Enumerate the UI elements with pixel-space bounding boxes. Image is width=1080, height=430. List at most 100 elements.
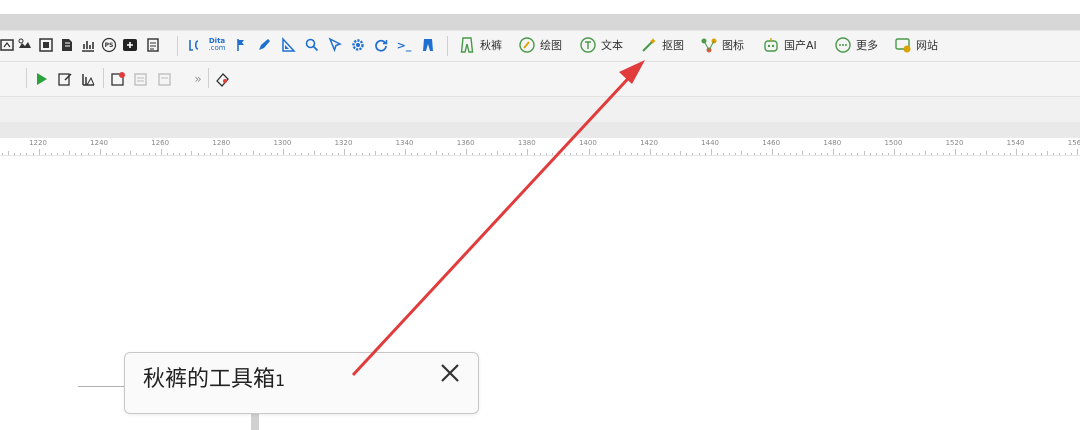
- ruler-tick: [405, 149, 407, 155]
- toolbox-popup[interactable]: 秋裤的工具箱1: [124, 352, 479, 414]
- diagram-icon[interactable]: [0, 37, 16, 53]
- pointer-icon[interactable]: [327, 37, 343, 53]
- ruler-tick: [209, 153, 211, 155]
- toolbar2-separator-3: [208, 68, 209, 88]
- plugin-button-draw[interactable]: 绘图: [518, 34, 562, 56]
- ruler-tick: [814, 153, 816, 155]
- ruler-tick: [32, 153, 34, 155]
- trousers-icon[interactable]: [420, 37, 436, 53]
- draw-icon: [518, 36, 536, 54]
- ruler-label: 1380: [517, 139, 536, 147]
- ruler-tick: [753, 153, 755, 155]
- ruler-tick: [704, 153, 706, 155]
- terminal-icon[interactable]: >_: [396, 37, 412, 53]
- ruler-label: 1540: [1006, 139, 1025, 147]
- ruler-tick: [894, 149, 896, 155]
- ruler-tick: [105, 153, 107, 155]
- ruler-tick: [484, 153, 486, 155]
- eraser-icon[interactable]: [214, 70, 230, 88]
- gear-icon[interactable]: [350, 37, 366, 53]
- pen-icon[interactable]: [256, 37, 272, 53]
- plugin-label-text: 文本: [601, 39, 623, 52]
- ruler-tick: [203, 153, 205, 155]
- calendar-disabled-icon-2[interactable]: [157, 70, 173, 88]
- flag-icon[interactable]: [233, 37, 249, 53]
- ruler-tick: [399, 153, 401, 155]
- image-icon[interactable]: [17, 37, 33, 53]
- ruler-tick: [368, 153, 370, 155]
- ruler-tick: [454, 153, 456, 155]
- chart-icon[interactable]: [80, 37, 96, 53]
- ruler-tick: [771, 149, 773, 155]
- ruler-tick: [839, 153, 841, 155]
- ruler-tick: [759, 153, 761, 155]
- ruler-tick: [307, 153, 309, 155]
- ruler-tick: [478, 153, 480, 155]
- ruler-tick: [81, 153, 83, 155]
- dita-icon[interactable]: Dita .com: [208, 37, 225, 53]
- ruler-tick: [374, 151, 376, 155]
- ruler-tick: [160, 149, 162, 155]
- bars-icon[interactable]: [80, 70, 96, 88]
- ruler-tick: [130, 151, 132, 155]
- ruler-label: 1520: [945, 139, 964, 147]
- ruler-tick: [747, 153, 749, 155]
- search-icon[interactable]: [304, 37, 320, 53]
- ruler-tick: [1077, 149, 1079, 155]
- ruler-tick: [930, 153, 932, 155]
- tab-strip: [0, 122, 1080, 139]
- add-box-icon[interactable]: [122, 37, 138, 53]
- ruler-tick: [802, 151, 804, 155]
- ruler-tick: [423, 153, 425, 155]
- plugin-button-text[interactable]: 文本: [579, 34, 623, 56]
- document-icon[interactable]: [145, 37, 161, 53]
- ruler-tick: [63, 153, 65, 155]
- ruler-tick: [111, 153, 113, 155]
- ruler-triangle-icon[interactable]: [280, 37, 296, 53]
- ruler-tick: [1059, 153, 1061, 155]
- refresh-icon[interactable]: [373, 37, 389, 53]
- plugin-button-ai[interactable]: 国产AI: [762, 34, 817, 56]
- ruler-tick: [710, 149, 712, 155]
- ruler-tick: [918, 153, 920, 155]
- ruler-tick: [2, 153, 3, 155]
- play-icon[interactable]: [33, 70, 49, 88]
- calendar-disabled-icon[interactable]: [133, 70, 149, 88]
- chevron-more-icon[interactable]: »: [190, 70, 206, 88]
- ruler-tick: [613, 153, 614, 155]
- plugin-button-website[interactable]: 网站: [894, 34, 938, 56]
- ruler-tick: [14, 153, 16, 155]
- ruler-tick: [912, 153, 914, 155]
- ruler-tick: [649, 149, 651, 155]
- plugin-button-pants[interactable]: 秋裤: [458, 34, 502, 56]
- plugin-label-icons: 图标: [722, 39, 744, 52]
- plugin-button-cutout[interactable]: 抠图: [640, 34, 684, 56]
- ruler-tick: [466, 149, 468, 155]
- book-icon[interactable]: [59, 37, 75, 53]
- close-button[interactable]: [434, 357, 466, 389]
- ruler-label: 1500: [884, 139, 903, 147]
- ruler-tick: [594, 153, 596, 155]
- ruler-label: 1400: [578, 139, 597, 147]
- ruler-tick: [325, 153, 327, 155]
- plugin-button-icons[interactable]: 图标: [700, 34, 744, 56]
- frame-icon[interactable]: [38, 37, 54, 53]
- plugin-button-more[interactable]: 更多: [834, 34, 878, 56]
- ruler-tick: [435, 151, 437, 155]
- ruler-tick: [93, 153, 95, 155]
- close-icon: [441, 364, 459, 382]
- ruler-tick: [863, 151, 865, 155]
- ruler-tick: [148, 153, 150, 155]
- ruler-tick: [8, 151, 10, 155]
- edit-icon[interactable]: [57, 70, 73, 88]
- ruler-tick: [887, 153, 889, 155]
- ruler-tick: [625, 153, 627, 155]
- ruler-tick: [900, 153, 902, 155]
- calendar-record-icon[interactable]: [110, 70, 126, 88]
- ruler-label: 1360: [456, 139, 475, 147]
- ruler-tick: [173, 153, 175, 155]
- bracket-icon[interactable]: [186, 37, 202, 53]
- ruler-tick: [698, 153, 700, 155]
- ps-icon[interactable]: PS: [101, 37, 117, 53]
- ruler-tick: [1028, 153, 1030, 155]
